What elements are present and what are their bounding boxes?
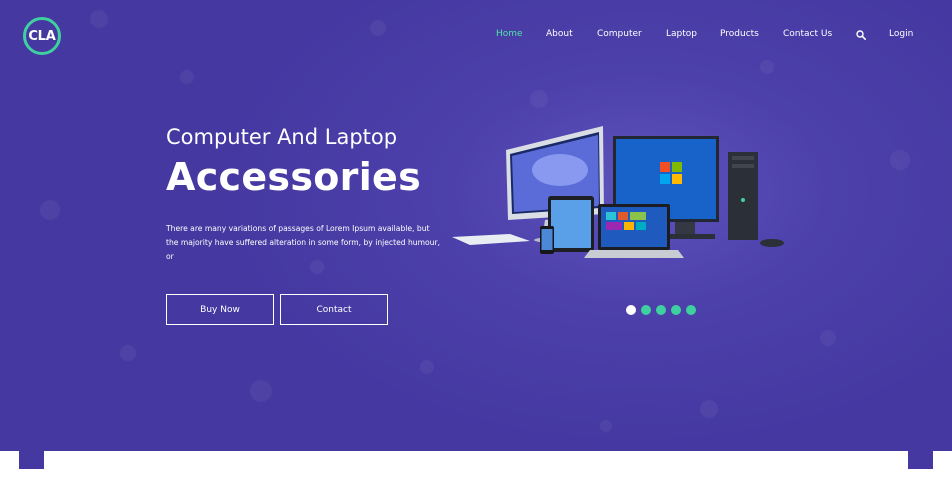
- slider-dot[interactable]: [626, 305, 636, 315]
- slider-dot[interactable]: [686, 305, 696, 315]
- hero-description: There are many variations of passages of…: [166, 224, 440, 261]
- devices-illustration: [452, 126, 784, 258]
- search-icon[interactable]: [856, 30, 866, 40]
- login-link[interactable]: Login: [889, 29, 913, 39]
- nav-item-products[interactable]: Products: [720, 29, 759, 39]
- hero-subtitle: Computer And Laptop: [166, 125, 398, 149]
- buy-now-button[interactable]: Buy Now: [166, 294, 274, 325]
- hero-title: Accessories: [166, 155, 422, 199]
- slider-dots: [626, 305, 696, 315]
- hero-banner: CLA Home About Computer Laptop Products …: [0, 0, 952, 451]
- contact-button[interactable]: Contact: [280, 294, 388, 325]
- main-nav: Home About Computer Laptop Products Cont…: [0, 29, 952, 43]
- slider-dot[interactable]: [671, 305, 681, 315]
- nav-item-contact-us[interactable]: Contact Us: [783, 29, 832, 39]
- nav-item-home[interactable]: Home: [496, 29, 523, 39]
- nav-item-about[interactable]: About: [546, 29, 573, 39]
- slider-dot[interactable]: [641, 305, 651, 315]
- decorative-tab-right: [908, 449, 933, 469]
- nav-item-computer[interactable]: Computer: [597, 29, 642, 39]
- slider-dot[interactable]: [656, 305, 666, 315]
- nav-item-laptop[interactable]: Laptop: [666, 29, 697, 39]
- decorative-tab-left: [19, 449, 44, 469]
